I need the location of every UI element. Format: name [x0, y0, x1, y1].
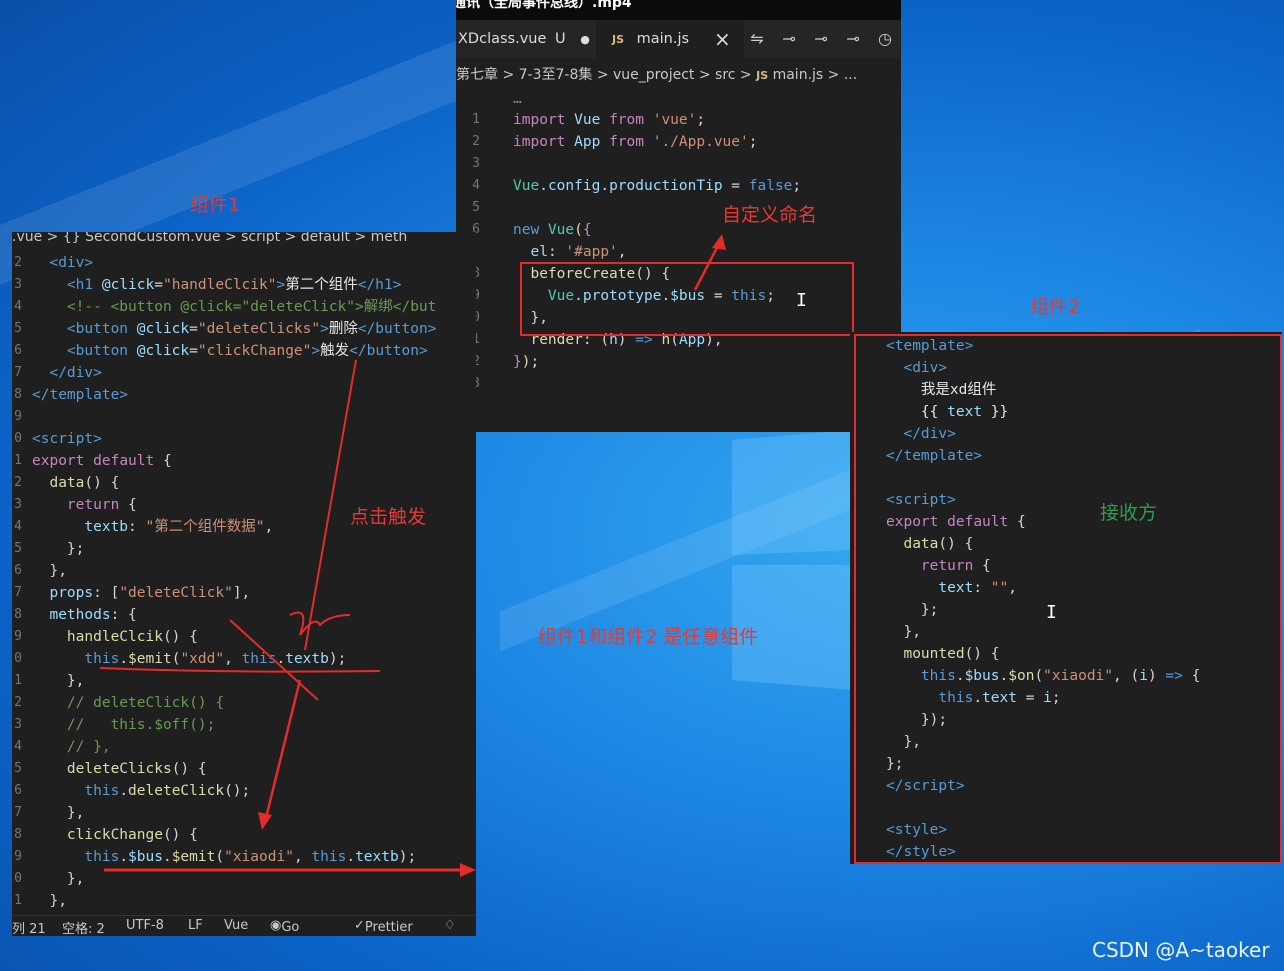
annotation-strokes: [99, 234, 726, 877]
